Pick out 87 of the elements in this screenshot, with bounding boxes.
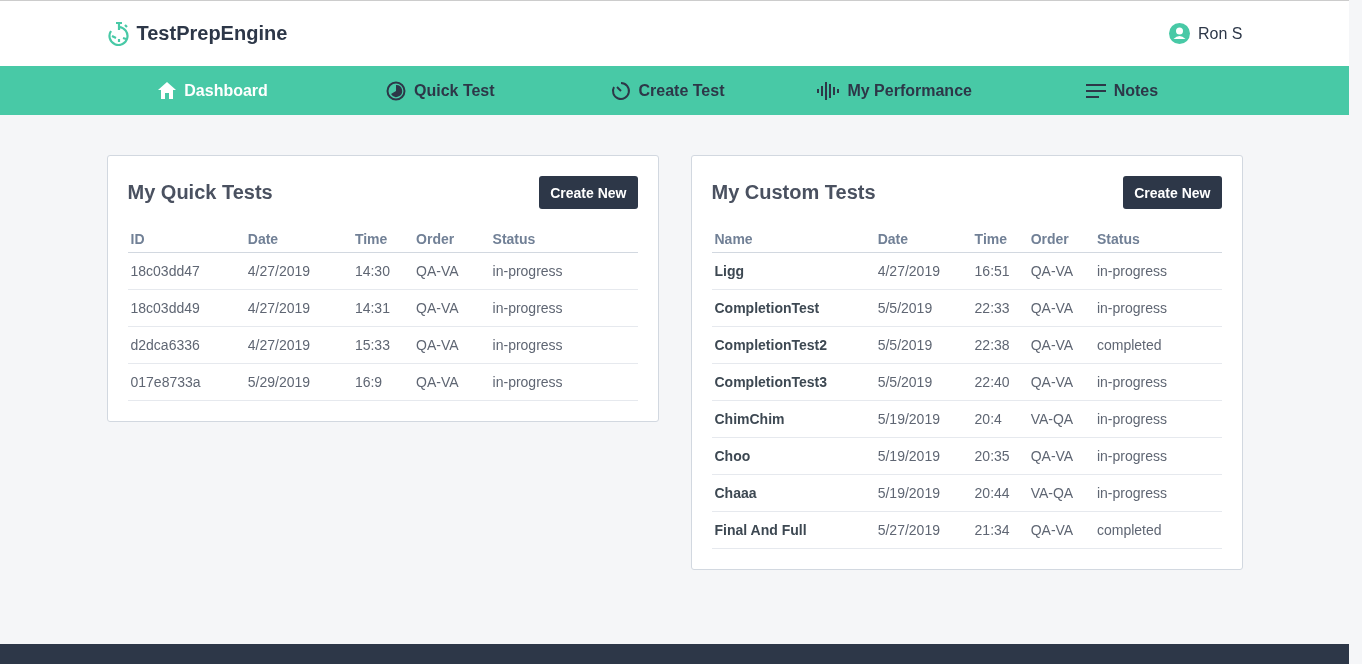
column-header: Name xyxy=(711,227,875,253)
table-cell: 4/27/2019 xyxy=(244,326,352,364)
table-cell: QA-VA xyxy=(1027,437,1094,475)
table-cell: 18c03dd49 xyxy=(127,289,245,327)
table-cell: 5/19/2019 xyxy=(874,474,972,512)
table-cell: CompletionTest xyxy=(711,289,875,327)
nav-link[interactable]: Quick Test xyxy=(326,66,554,115)
menu-lines-icon xyxy=(1085,83,1106,98)
table-cell: 4/27/2019 xyxy=(874,252,972,290)
table-cell: in-progress xyxy=(1093,289,1222,327)
table-cell: QA-VA xyxy=(413,363,490,401)
stopwatch-logo-icon xyxy=(106,21,131,46)
brand-name: TestPrepEngine xyxy=(136,22,288,45)
table-cell: 20:35 xyxy=(971,437,1028,475)
table-cell: 5/5/2019 xyxy=(874,289,972,327)
create-new-button[interactable]: Create New xyxy=(1123,176,1222,209)
column-header: Order xyxy=(413,227,490,253)
user-name[interactable]: Ron S xyxy=(1198,24,1243,43)
table-cell: Choo xyxy=(711,437,875,475)
table-cell: QA-VA xyxy=(1027,511,1094,549)
create-new-button[interactable]: Create New xyxy=(539,176,638,209)
table-cell: VA-QA xyxy=(1027,474,1094,512)
table-cell: Chaaa xyxy=(711,474,875,512)
table-cell: 5/19/2019 xyxy=(874,437,972,475)
table-cell: QA-VA xyxy=(1027,363,1094,401)
table-cell: 22:33 xyxy=(971,289,1028,327)
table-cell: 5/5/2019 xyxy=(874,363,972,401)
table-cell: 017e8733a xyxy=(127,363,245,401)
table-cell: CompletionTest2 xyxy=(711,326,875,364)
table-cell: 16:9 xyxy=(351,363,414,401)
card-title: My Quick Tests xyxy=(127,181,273,204)
waveform-icon xyxy=(817,80,840,101)
column-header: Time xyxy=(351,227,414,253)
table-cell: VA-QA xyxy=(1027,400,1094,438)
table-cell: in-progress xyxy=(489,252,638,290)
table-cell: in-progress xyxy=(1093,363,1222,401)
table-cell: QA-VA xyxy=(413,326,490,364)
table-cell: 5/27/2019 xyxy=(874,511,972,549)
nav-link[interactable]: Create Test xyxy=(553,66,782,115)
table-cell: 14:31 xyxy=(351,289,414,327)
table-cell: Final And Full xyxy=(711,511,875,549)
table-cell: ChimChim xyxy=(711,400,875,438)
table-cell: 4/27/2019 xyxy=(244,289,352,327)
half-circle-icon xyxy=(385,80,406,101)
table-cell: Ligg xyxy=(711,252,875,290)
table-cell: in-progress xyxy=(489,326,638,364)
table-cell: QA-VA xyxy=(413,252,490,290)
table-cell: 5/19/2019 xyxy=(874,400,972,438)
home-icon xyxy=(158,82,177,99)
table-cell: 20:44 xyxy=(971,474,1028,512)
table-cell: 18c03dd47 xyxy=(127,252,245,290)
table-cell: in-progress xyxy=(1093,474,1222,512)
table-cell: QA-VA xyxy=(413,289,490,327)
table-cell: CompletionTest3 xyxy=(711,363,875,401)
column-header: Date xyxy=(244,227,352,253)
table-cell: completed xyxy=(1093,326,1222,364)
card-title: My Custom Tests xyxy=(711,181,876,204)
table-cell: completed xyxy=(1093,511,1222,549)
column-header: Date xyxy=(874,227,972,253)
table-cell: QA-VA xyxy=(1027,252,1094,290)
stopwatch-icon xyxy=(610,80,631,101)
table-cell: d2dca6336 xyxy=(127,326,245,364)
table-cell: in-progress xyxy=(489,363,638,401)
column-header: Time xyxy=(971,227,1028,253)
column-header: Status xyxy=(489,227,638,253)
column-header: Status xyxy=(1093,227,1222,253)
table-cell: in-progress xyxy=(1093,437,1222,475)
table-cell: 20:4 xyxy=(971,400,1028,438)
table-cell: 5/29/2019 xyxy=(244,363,352,401)
table-cell: in-progress xyxy=(1093,400,1222,438)
table-cell: QA-VA xyxy=(1027,289,1094,327)
user-avatar-icon[interactable] xyxy=(1169,23,1191,44)
table-cell: 14:30 xyxy=(351,252,414,290)
column-header: Order xyxy=(1027,227,1094,253)
table-cell: in-progress xyxy=(1093,252,1222,290)
table-cell: 16:51 xyxy=(971,252,1028,290)
table-cell: 21:34 xyxy=(971,511,1028,549)
table-cell: 22:40 xyxy=(971,363,1028,401)
table-cell: 15:33 xyxy=(351,326,414,364)
column-header: ID xyxy=(127,227,245,253)
table-cell: 4/27/2019 xyxy=(244,252,352,290)
table-cell: in-progress xyxy=(489,289,638,327)
table-cell: 22:38 xyxy=(971,326,1028,364)
table-cell: 5/5/2019 xyxy=(874,326,972,364)
table-cell: QA-VA xyxy=(1027,326,1094,364)
nav-link[interactable]: My Performance xyxy=(781,66,1009,115)
nav-link[interactable]: Notes xyxy=(1008,66,1236,115)
